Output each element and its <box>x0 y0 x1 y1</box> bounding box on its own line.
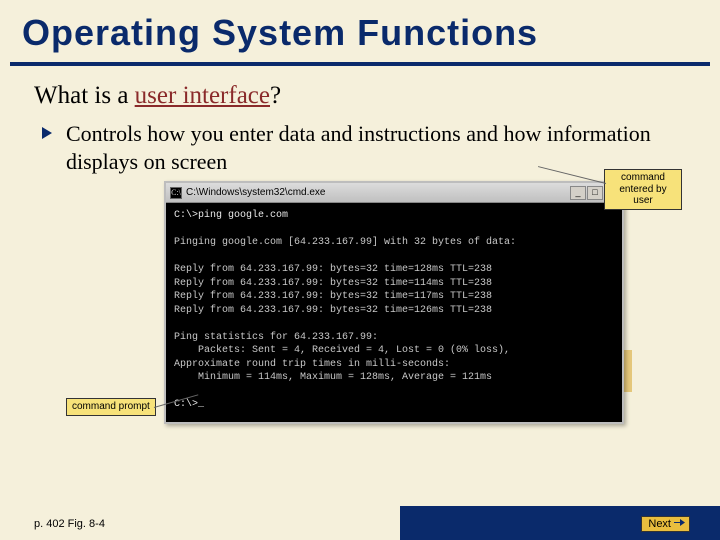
terminal-line: Minimum = 114ms, Maximum = 128ms, Averag… <box>174 372 492 383</box>
terminal-line: Pinging google.com [64.233.167.99] with … <box>174 237 516 248</box>
next-label: Next <box>648 518 671 530</box>
slide-title: Operating System Functions <box>0 0 720 62</box>
heading-suffix: ? <box>270 82 281 109</box>
terminal-line: C:\>ping google.com <box>174 210 288 221</box>
page-reference: p. 402 Fig. 8-4 <box>34 518 105 530</box>
titlebar-text: C:\Windows\system32\cmd.exe <box>186 187 326 198</box>
callout-command-entered: command entered by user <box>604 169 682 210</box>
figure-area: command entered by user C:\ C:\Windows\s… <box>164 181 624 424</box>
bullet-item: Controls how you enter data and instruct… <box>40 120 686 175</box>
next-button[interactable]: Next <box>641 516 690 532</box>
terminal-line: Ping statistics for 64.233.167.99: <box>174 332 378 343</box>
terminal-line: Approximate round trip times in milli-se… <box>174 359 450 370</box>
terminal-line: Reply from 64.233.167.99: bytes=32 time=… <box>174 264 492 275</box>
heading-prefix: What is a <box>34 82 135 109</box>
terminal-output: C:\>ping google.com Pinging google.com [… <box>166 203 622 422</box>
content-area: What is a user interface? Controls how y… <box>0 66 720 424</box>
terminal-line: Packets: Sent = 4, Received = 4, Lost = … <box>174 345 510 356</box>
minimize-button[interactable]: _ <box>570 186 586 200</box>
terminal-line: Reply from 64.233.167.99: bytes=32 time=… <box>174 278 492 289</box>
callout-command-prompt: command prompt <box>66 398 156 416</box>
footer: p. 402 Fig. 8-4 Next <box>0 506 720 540</box>
cmd-icon: C:\ <box>170 187 182 199</box>
bullet-text: Controls how you enter data and instruct… <box>66 120 686 175</box>
terminal-line: Reply from 64.233.167.99: bytes=32 time=… <box>174 291 492 302</box>
heading-keyword: user interface <box>135 82 270 109</box>
maximize-button[interactable]: □ <box>587 186 603 200</box>
terminal-line: Reply from 64.233.167.99: bytes=32 time=… <box>174 305 492 316</box>
heading: What is a user interface? <box>34 82 686 110</box>
chevron-right-icon <box>40 126 54 145</box>
arrow-right-icon <box>674 518 685 530</box>
titlebar-left: C:\ C:\Windows\system32\cmd.exe <box>170 187 326 199</box>
cmd-window: C:\ C:\Windows\system32\cmd.exe _ □ × C:… <box>164 181 624 424</box>
titlebar: C:\ C:\Windows\system32\cmd.exe _ □ × <box>166 183 622 203</box>
